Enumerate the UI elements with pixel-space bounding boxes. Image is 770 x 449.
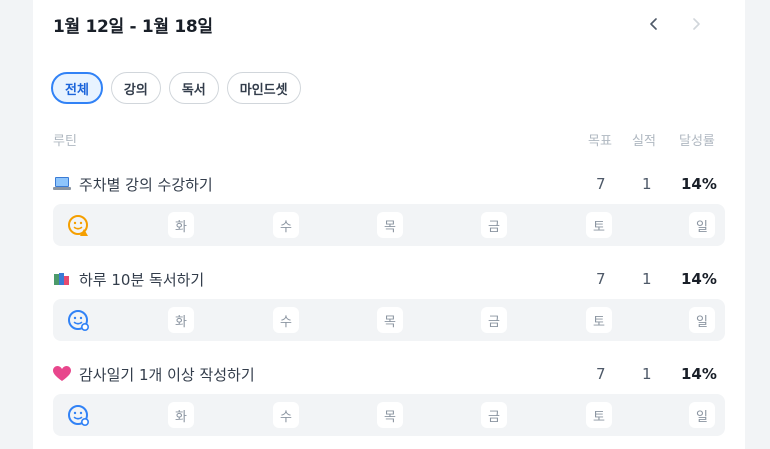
routine-goal: 7 — [596, 175, 606, 193]
tab-all[interactable]: 전체 — [51, 72, 103, 104]
week-header: 1월 12일 - 1월 18일 — [53, 9, 725, 39]
routine-actual: 1 — [642, 270, 652, 288]
routine-item[interactable]: 감사일기 1개 이상 작성하기 7 1 14% 화 수 목 금 토 일 — [53, 362, 725, 436]
day-wed[interactable]: 수 — [273, 402, 299, 428]
routine-rate: 14% — [681, 175, 717, 193]
day-tue[interactable]: 화 — [168, 212, 194, 238]
day-thu[interactable]: 목 — [377, 402, 403, 428]
day-tue[interactable]: 화 — [168, 402, 194, 428]
chevron-right-icon — [693, 18, 700, 30]
routine-title-row: 감사일기 1개 이상 작성하기 7 1 14% — [53, 362, 725, 386]
column-actual: 실적 — [632, 134, 656, 149]
chevron-left-icon — [650, 18, 657, 30]
laptop-icon — [53, 176, 71, 192]
routine-name: 주차별 강의 수강하기 — [79, 175, 213, 194]
day-sat[interactable]: 토 — [586, 402, 612, 428]
routine-title-row: 하루 10분 독서하기 7 1 14% — [53, 267, 725, 291]
day-checkin-row: 화 수 목 금 토 일 — [53, 204, 725, 246]
tab-lecture[interactable]: 강의 — [110, 72, 161, 104]
routine-goal: 7 — [596, 270, 606, 288]
day-tue[interactable]: 화 — [168, 307, 194, 333]
warning-face-icon[interactable] — [67, 214, 91, 238]
smile-face-icon[interactable] — [67, 309, 91, 333]
week-nav — [643, 13, 707, 35]
routine-rate: 14% — [681, 270, 717, 288]
routine-actual: 1 — [642, 365, 652, 383]
day-sat[interactable]: 토 — [586, 212, 612, 238]
day-wed[interactable]: 수 — [273, 212, 299, 238]
category-tabs: 전체 강의 독서 마인드셋 — [51, 72, 301, 104]
smile-face-icon[interactable] — [67, 404, 91, 428]
weekly-routine-card: 1월 12일 - 1월 18일 전체 강의 독서 마인드셋 루틴 목표 실적 달… — [33, 0, 745, 449]
column-rate: 달성률 — [679, 134, 715, 149]
day-wed[interactable]: 수 — [273, 307, 299, 333]
day-sun[interactable]: 일 — [689, 212, 715, 238]
routine-name: 감사일기 1개 이상 작성하기 — [79, 365, 255, 384]
day-sat[interactable]: 토 — [586, 307, 612, 333]
routine-item[interactable]: 주차별 강의 수강하기 7 1 14% 화 수 목 금 토 일 — [53, 172, 725, 246]
day-fri[interactable]: 금 — [481, 212, 507, 238]
next-week-button[interactable] — [685, 13, 707, 35]
day-thu[interactable]: 목 — [377, 212, 403, 238]
prev-week-button[interactable] — [643, 13, 665, 35]
routine-name: 하루 10분 독서하기 — [79, 270, 205, 289]
week-range-title: 1월 12일 - 1월 18일 — [53, 16, 213, 37]
day-sun[interactable]: 일 — [689, 402, 715, 428]
day-sun[interactable]: 일 — [689, 307, 715, 333]
day-checkin-row: 화 수 목 금 토 일 — [53, 299, 725, 341]
books-icon — [53, 271, 71, 287]
routine-actual: 1 — [642, 175, 652, 193]
routine-item[interactable]: 하루 10분 독서하기 7 1 14% 화 수 목 금 토 일 — [53, 267, 725, 341]
tab-mindset[interactable]: 마인드셋 — [226, 72, 301, 104]
routine-goal: 7 — [596, 365, 606, 383]
routine-title-row: 주차별 강의 수강하기 7 1 14% — [53, 172, 725, 196]
day-fri[interactable]: 금 — [481, 307, 507, 333]
column-routine: 루틴 — [53, 134, 77, 149]
tab-reading[interactable]: 독서 — [168, 72, 219, 104]
day-fri[interactable]: 금 — [481, 402, 507, 428]
column-goal: 목표 — [588, 134, 612, 149]
routine-rate: 14% — [681, 365, 717, 383]
day-thu[interactable]: 목 — [377, 307, 403, 333]
heart-icon — [53, 366, 71, 382]
day-checkin-row: 화 수 목 금 토 일 — [53, 394, 725, 436]
